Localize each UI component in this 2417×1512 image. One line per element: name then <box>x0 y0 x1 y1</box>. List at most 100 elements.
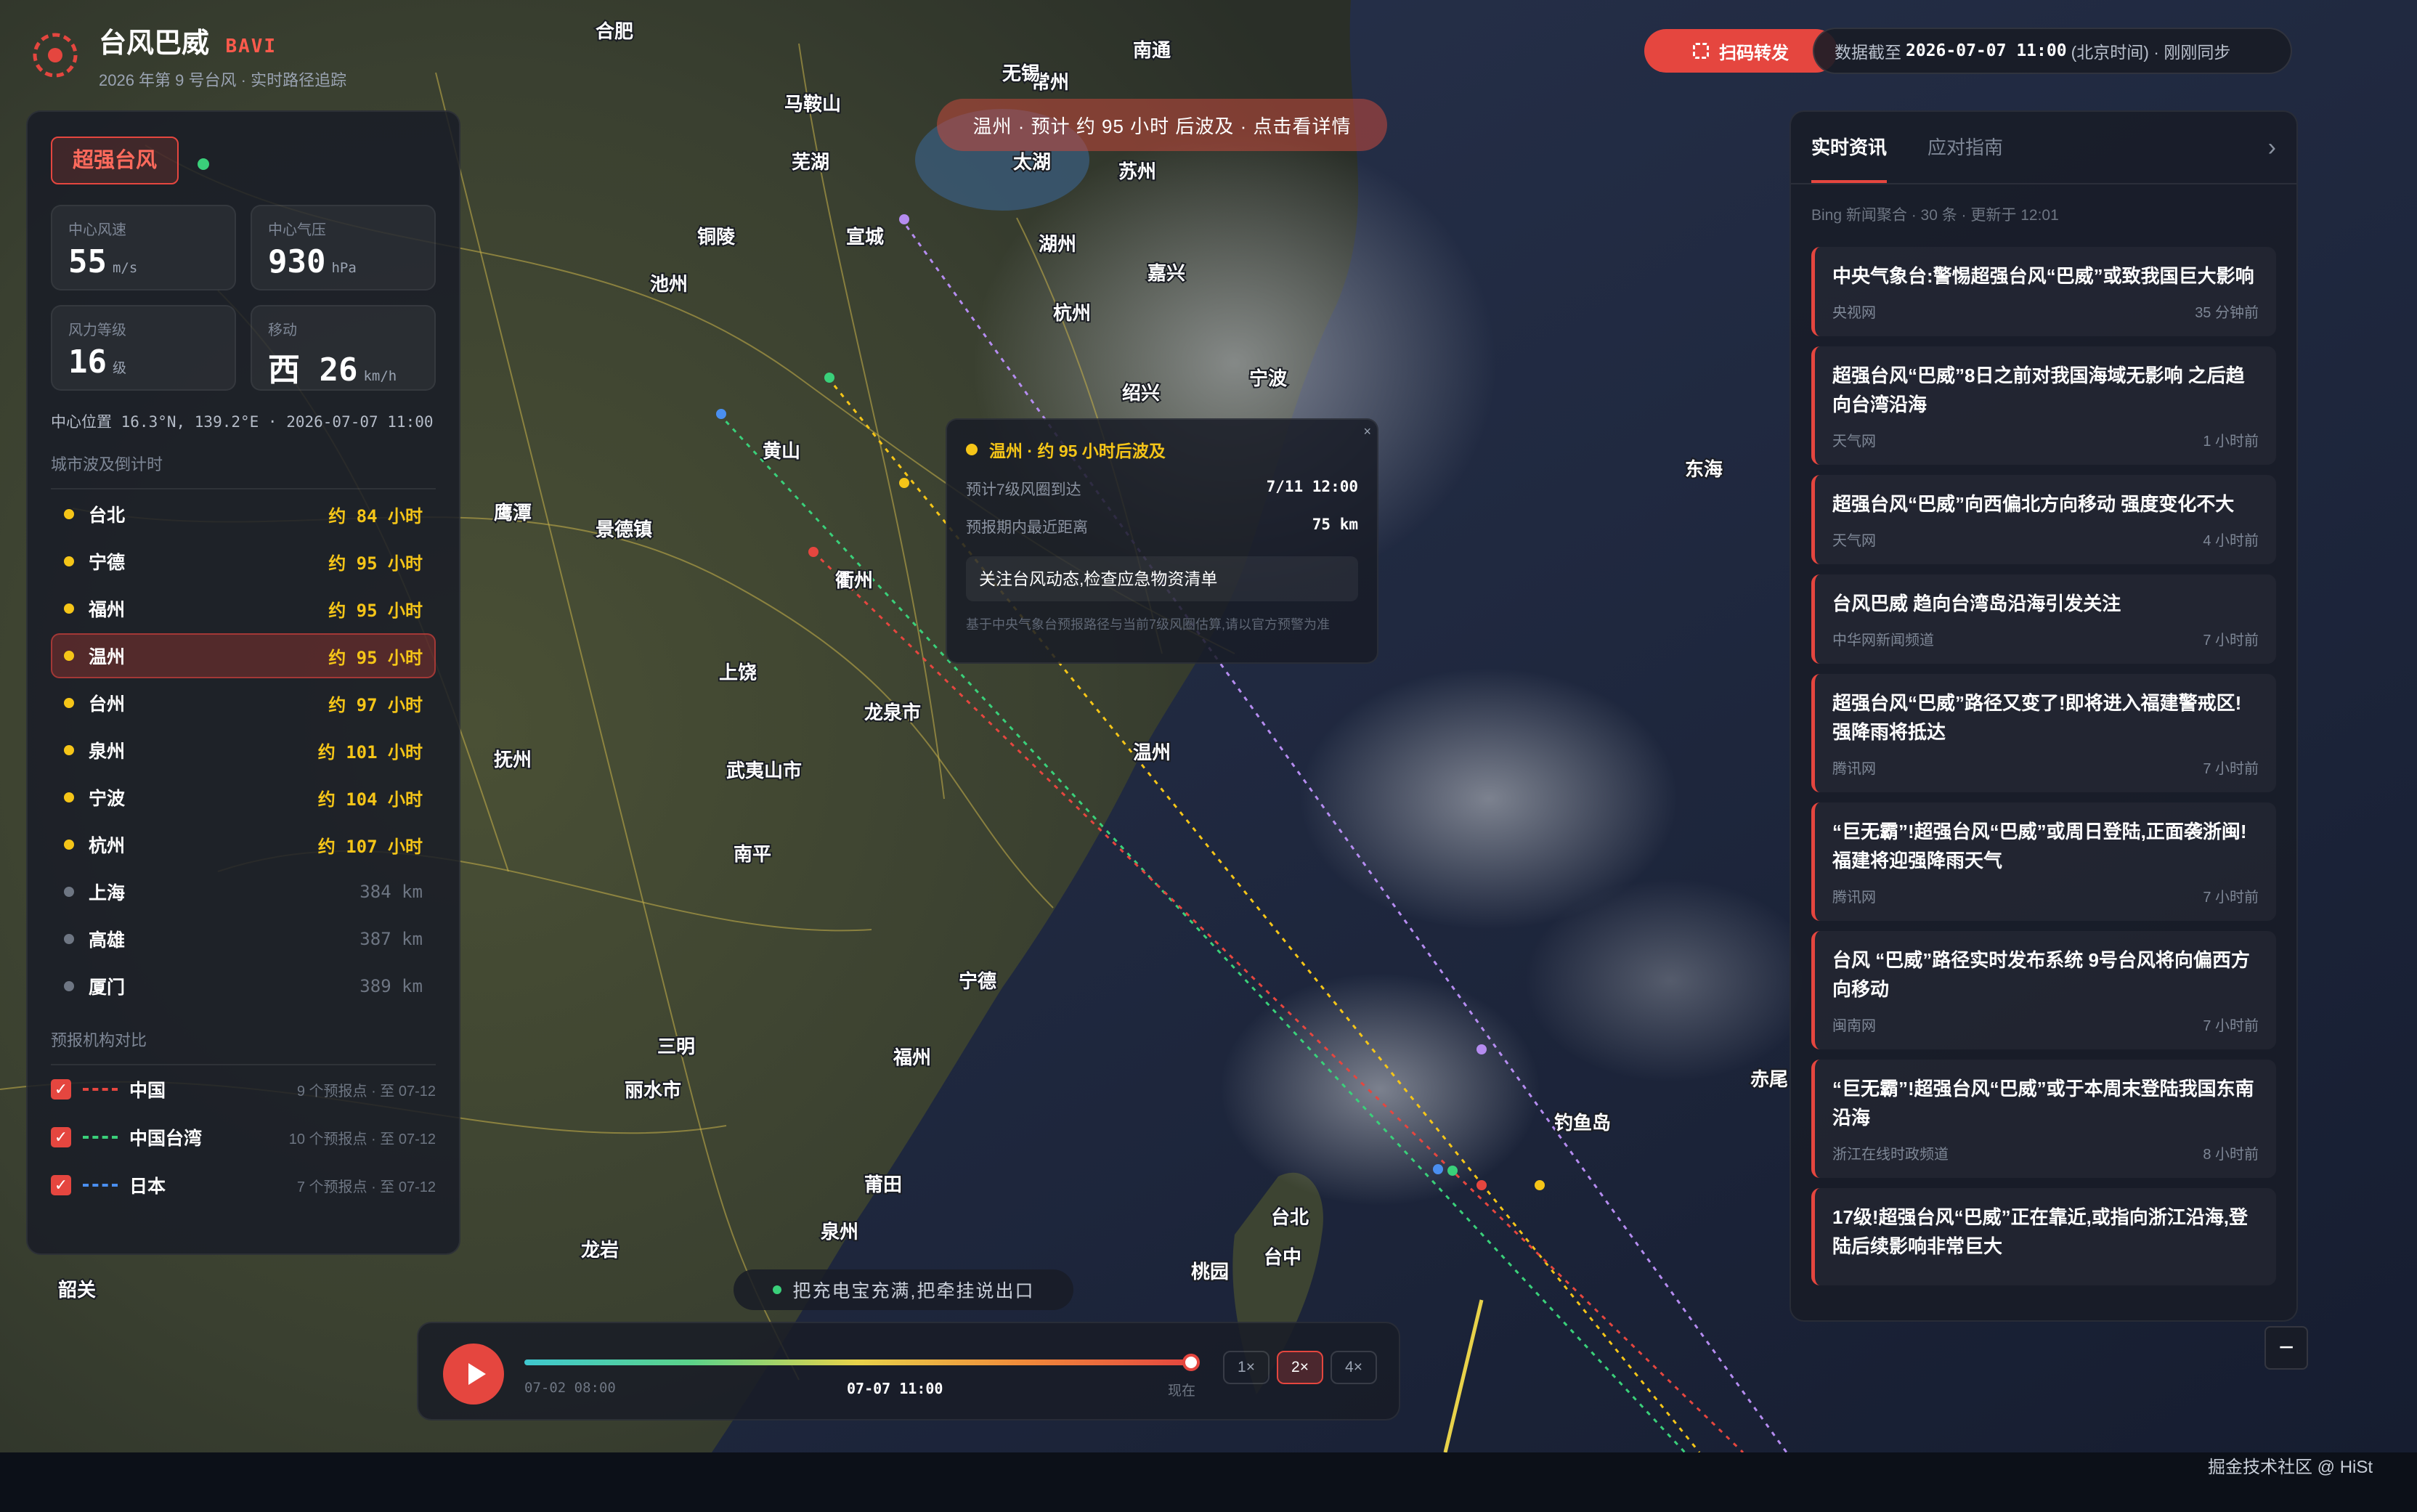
news-item[interactable]: 中央气象台:警惕超强台风“巴威”或致我国巨大影响 央视网 35 分钟前 <box>1811 247 2276 336</box>
news-item[interactable]: 17级!超强台风“巴威”正在靠近,或指向浙江沿海,登陆后续影响非常巨大 <box>1811 1188 2276 1285</box>
brand-header: 台风巴威 BAVI 2026 年第 9 号台风 · 实时路径追踪 <box>29 19 346 92</box>
share-button[interactable]: 扫码转发 <box>1644 29 1837 73</box>
data-time-suffix: (北京时间) · 刚刚同步 <box>2071 43 2231 62</box>
stat-label: 风力等级 <box>68 322 126 338</box>
checkbox-checked-icon[interactable]: ✓ <box>51 1079 71 1100</box>
news-title: 超强台风“巴威”路径又变了!即将进入福建警戒区!强降雨将抵达 <box>1832 692 2242 743</box>
stat-unit: m/s <box>112 260 138 276</box>
city-row-8[interactable]: 上海 384 km <box>51 869 436 914</box>
news-meta: Bing 新闻聚合 · 30 条 · 更新于 12:01 <box>1811 207 2059 224</box>
news-title: 台风巴威 趋向台湾岛沿海引发关注 <box>1832 593 2121 614</box>
stat-value: 西 26 <box>268 351 358 389</box>
city-row-0[interactable]: 台北 约 84 小时 <box>51 492 436 537</box>
agency-meta: 9 个预报点 · 至 07-12 <box>296 1083 436 1100</box>
news-item[interactable]: 台风巴威 趋向台湾岛沿海引发关注 中华网新闻频道 7 小时前 <box>1811 574 2276 664</box>
city-status-dot <box>64 556 74 566</box>
city-row-7[interactable]: 杭州 约 107 小时 <box>51 822 436 867</box>
news-list: 中央气象台:警惕超强台风“巴威”或致我国巨大影响 央视网 35 分钟前 超强台风“… <box>1791 247 2296 1285</box>
map-place-label: 丽水市 <box>625 1079 681 1101</box>
center-position: 中心位置 16.3°N, 139.2°E · 2026-07-07 11:00 <box>51 413 434 431</box>
stat-movement: 移动 西 26 km/h <box>251 305 436 391</box>
tip-banner: 把充电宝充满,把牵挂说出口 <box>734 1269 1073 1310</box>
map-place-label: 台中 <box>1264 1246 1301 1268</box>
city-eta: 约 104 小时 <box>317 789 423 810</box>
chevron-right-icon[interactable]: › <box>2268 134 2276 162</box>
map-place-label: 福州 <box>893 1046 931 1068</box>
data-time-value: 2026-07-07 11:00 <box>1906 41 2067 60</box>
zoom-out-button[interactable]: − <box>2264 1326 2308 1370</box>
map-place-label: 宁德 <box>959 970 996 992</box>
agency-name: 日本 <box>129 1176 166 1197</box>
popup-row-value: 7/11 12:00 <box>1266 478 1358 495</box>
popup-row-label: 预报期内最近距离 <box>966 519 1088 536</box>
city-status-dot <box>64 603 74 614</box>
city-row-1[interactable]: 宁德 约 95 小时 <box>51 539 436 584</box>
tab-guide[interactable]: 应对指南 <box>1927 112 2003 183</box>
news-item[interactable]: “巨无霸”!超强台风“巴威”或周日登陆,正面袭浙闽!福建将迎强降雨天气 腾讯网 … <box>1811 802 2276 921</box>
city-countdown-list: 台北 约 84 小时 宁德 约 95 小时 福州 约 95 小时 温州 约 95… <box>51 492 436 1009</box>
map-place-label: 芜湖 <box>792 151 829 173</box>
checkbox-checked-icon[interactable]: ✓ <box>51 1127 71 1147</box>
city-row-4[interactable]: 台州 约 97 小时 <box>51 680 436 725</box>
map-place-label: 合肥 <box>596 20 633 42</box>
news-item[interactable]: “巨无霸”!超强台风“巴威”或于本周末登陆我国东南沿海 浙江在线时政频道 8 小… <box>1811 1060 2276 1178</box>
city-row-10[interactable]: 厦门 389 km <box>51 964 436 1009</box>
status-dot <box>966 444 978 455</box>
city-row-9[interactable]: 高雄 387 km <box>51 916 436 962</box>
city-name: 温州 <box>89 647 126 667</box>
city-status-dot <box>64 792 74 802</box>
popup-advice: 关注台风动态,检查应急物资清单 <box>966 556 1358 601</box>
agency-meta: 7 个预报点 · 至 07-12 <box>296 1179 436 1195</box>
checkbox-checked-icon[interactable]: ✓ <box>51 1175 71 1195</box>
stat-label: 中心气压 <box>268 222 326 238</box>
close-icon[interactable]: × <box>1363 424 1371 439</box>
news-item[interactable]: 超强台风“巴威”8日之前对我国海域无影响 之后趋向台湾沿海 天气网 1 小时前 <box>1811 346 2276 465</box>
agency-row-1[interactable]: ✓ 中国台湾 10 个预报点 · 至 07-12 <box>51 1113 436 1161</box>
stat-pressure: 中心气压 930 hPa <box>251 205 436 290</box>
news-title: 超强台风“巴威”向西偏北方向移动 强度变化不大 <box>1832 493 2235 515</box>
news-item[interactable]: 超强台风“巴威”向西偏北方向移动 强度变化不大 天气网 4 小时前 <box>1811 475 2276 564</box>
agency-row-0[interactable]: ✓ 中国 9 个预报点 · 至 07-12 <box>51 1065 436 1113</box>
agency-row-2[interactable]: ✓ 日本 7 个预报点 · 至 07-12 <box>51 1161 436 1209</box>
city-row-6[interactable]: 宁波 约 104 小时 <box>51 775 436 820</box>
map-place-label: 钓鱼岛 <box>1554 1112 1611 1134</box>
news-time: 7 小时前 <box>2203 633 2259 649</box>
speed-2x-button[interactable]: 2× <box>1277 1351 1323 1384</box>
news-time: 35 分钟前 <box>2195 305 2259 321</box>
map-place-label: 三明 <box>657 1036 695 1057</box>
city-eta: 389 km <box>359 976 423 996</box>
news-item[interactable]: 台风 “巴威”路径实时发布系统 9号台风将向偏西方向移动 闽南网 7 小时前 <box>1811 931 2276 1049</box>
timeline-current: 07-07 11:00 <box>847 1380 943 1397</box>
speed-4x-button[interactable]: 4× <box>1331 1351 1377 1384</box>
map-place-label: 泉州 <box>821 1221 858 1243</box>
app-title: 台风巴威 <box>99 28 210 59</box>
tab-news[interactable]: 实时资讯 <box>1811 112 1888 183</box>
city-row-3[interactable]: 温州 约 95 小时 <box>51 633 436 678</box>
stat-wind-level: 风力等级 16 级 <box>51 305 236 391</box>
map-place-label: 池州 <box>650 273 688 295</box>
news-title: 台风 “巴威”路径实时发布系统 9号台风将向偏西方向移动 <box>1832 949 2250 1000</box>
alert-banner[interactable]: 温州 · 预计 约 95 小时 后波及 · 点击看详情 <box>937 99 1387 151</box>
map-place-label: 衢州 <box>835 569 873 591</box>
city-row-5[interactable]: 泉州 约 101 小时 <box>51 728 436 773</box>
city-row-2[interactable]: 福州 约 95 小时 <box>51 586 436 631</box>
play-button[interactable] <box>443 1344 504 1405</box>
timeline-end: 现在 <box>1168 1383 1196 1399</box>
speed-1x-button[interactable]: 1× <box>1223 1351 1270 1384</box>
map-place-label: 杭州 <box>1053 302 1091 324</box>
stat-unit: km/h <box>363 368 397 384</box>
map-place-label: 无锡 <box>1002 62 1040 84</box>
agency-meta: 10 个预报点 · 至 07-12 <box>288 1131 436 1147</box>
intensity-badge: 超强台风 <box>51 137 179 184</box>
map-place-label: 绍兴 <box>1122 382 1160 404</box>
map-place-label: 景德镇 <box>596 519 652 540</box>
timeline-track[interactable] <box>524 1359 1190 1365</box>
city-status-dot <box>64 981 74 991</box>
qr-scan-icon <box>1693 43 1709 59</box>
city-eta: 约 84 小时 <box>328 505 423 527</box>
storm-stats: 中心风速 55 m/s 中心气压 930 hPa 风力等级 16 级 移动 西 26 k… <box>51 205 436 391</box>
news-item[interactable]: 超强台风“巴威”路径又变了!即将进入福建警戒区!强降雨将抵达 腾讯网 7 小时前 <box>1811 674 2276 792</box>
news-source: 天气网 <box>1832 434 1876 450</box>
timeline-handle[interactable] <box>1182 1354 1200 1371</box>
stat-wind-speed: 中心风速 55 m/s <box>51 205 236 290</box>
